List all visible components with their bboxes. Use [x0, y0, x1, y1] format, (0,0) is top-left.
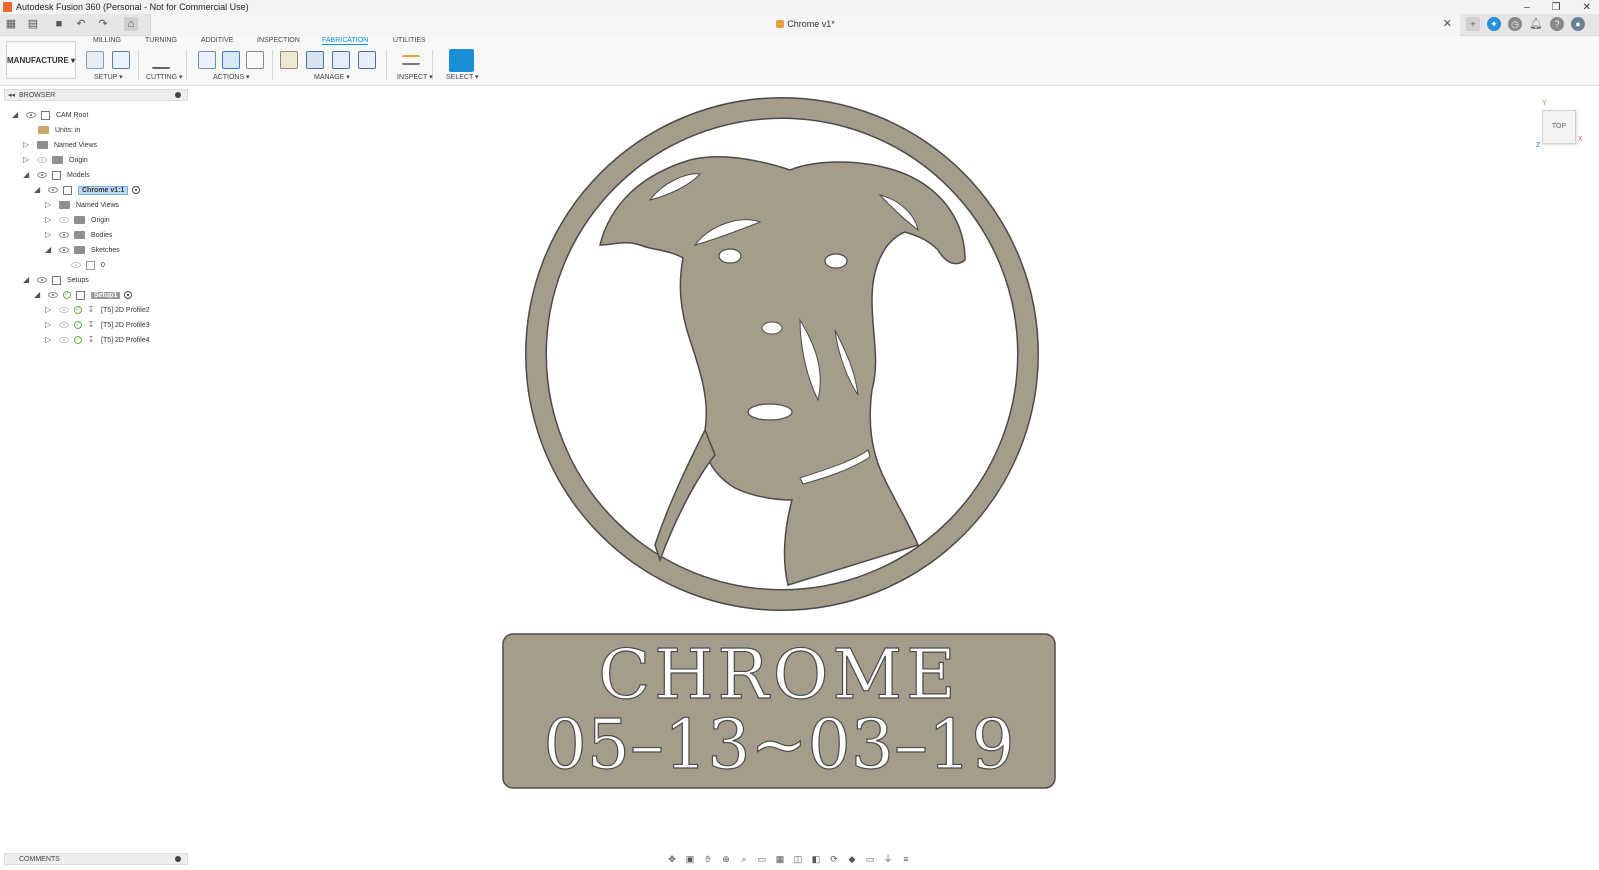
- viewcube-x-axis-label: X: [1578, 136, 1583, 143]
- dog-medallion: [525, 97, 1039, 611]
- filter-icon[interactable]: ⏚: [881, 854, 895, 864]
- effects-icon[interactable]: ◆: [845, 854, 859, 864]
- dog-right-eye: [824, 253, 848, 269]
- nameplate-dates-text: 05–13~03–19: [543, 706, 1014, 785]
- dog-nose-highlight: [761, 321, 783, 335]
- orbit-icon[interactable]: ✥: [665, 854, 679, 864]
- camera-icon[interactable]: ◧: [809, 854, 823, 864]
- refresh-icon[interactable]: ⟳: [827, 854, 841, 864]
- pin-icon[interactable]: [175, 856, 181, 862]
- zoom-icon[interactable]: ⊕: [719, 854, 733, 864]
- fit-icon[interactable]: ⌕: [737, 854, 751, 864]
- visual-style-icon[interactable]: ▭: [863, 854, 877, 864]
- viewcube-z-axis-label: Z: [1536, 142, 1541, 149]
- comments-panel-header[interactable]: COMMENTS: [4, 853, 188, 865]
- display-settings-icon[interactable]: ▭: [755, 854, 769, 864]
- viewcube[interactable]: TOP: [1542, 110, 1576, 144]
- canvas-viewport[interactable]: CHROME 05–13~03–19: [0, 0, 1599, 870]
- viewcube-y-axis-label: Y: [1542, 100, 1547, 107]
- viewports-icon[interactable]: ◫: [791, 854, 805, 864]
- nameplate-name-text: CHROME: [598, 636, 960, 715]
- dog-mouth-cutout: [747, 403, 793, 421]
- navigation-bar: ✥ ▣ ✋︎ ⊕ ⌕ ▭ ▦ ◫ ◧ ⟳ ◆ ▭ ⏚ ≡: [665, 852, 913, 866]
- dog-neck-shape: [654, 428, 716, 563]
- dog-left-eye: [718, 248, 742, 264]
- grid-settings-icon[interactable]: ▦: [773, 854, 787, 864]
- simulation-display-icon[interactable]: ≡: [899, 854, 913, 864]
- look-at-icon[interactable]: ▣: [683, 854, 697, 864]
- nameplate: CHROME 05–13~03–19: [502, 633, 1056, 789]
- comments-title: COMMENTS: [19, 856, 60, 863]
- pan-hand-icon[interactable]: ✋︎: [701, 854, 715, 864]
